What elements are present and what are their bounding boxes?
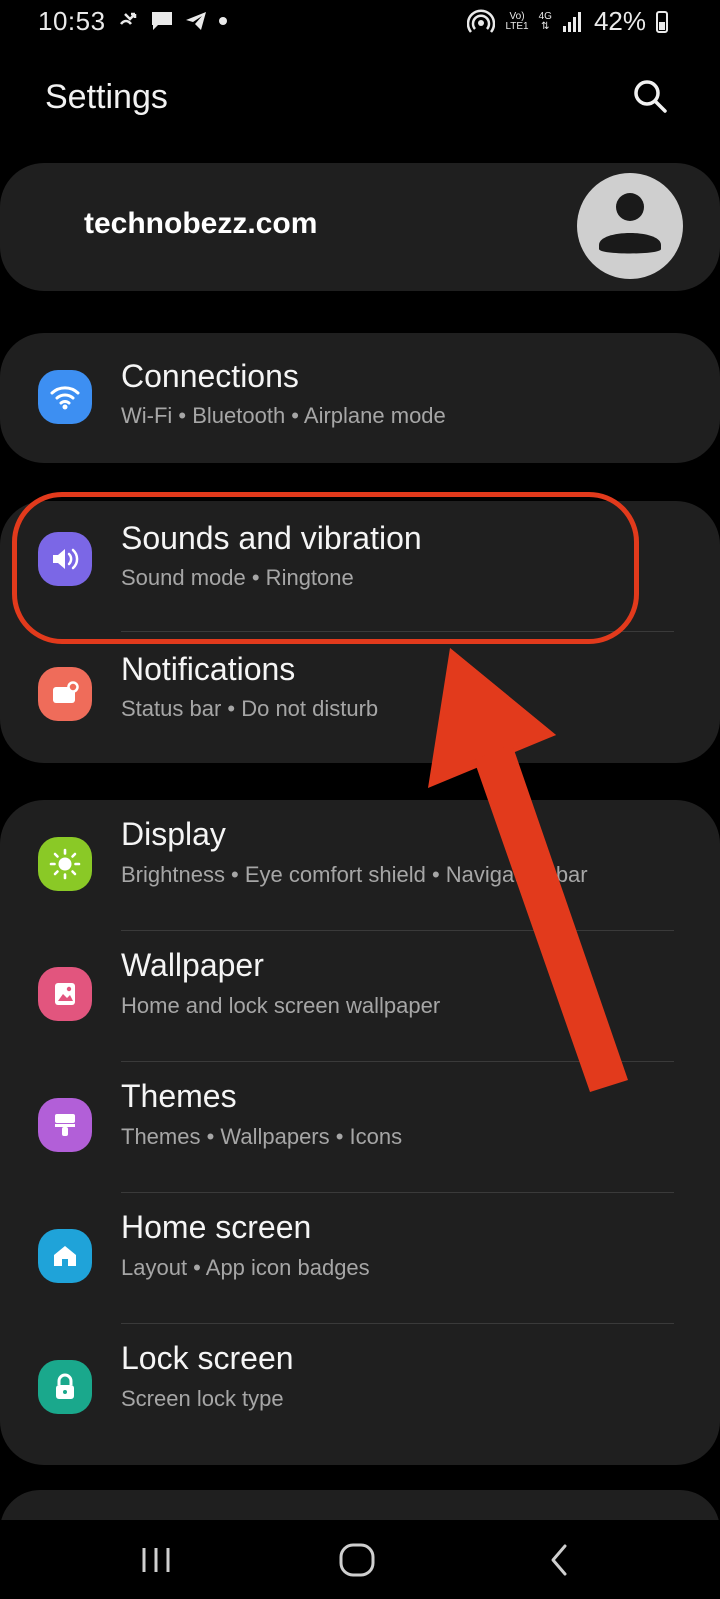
settings-item-lock-screen[interactable]: Lock screen Screen lock type [0, 1324, 720, 1452]
display-subtitle: Brightness • Eye comfort shield • Naviga… [121, 862, 588, 887]
volte-indicator: Vo) LTE1 [505, 10, 529, 32]
notification-icon [38, 667, 92, 721]
home-screen-title: Home screen [121, 1209, 312, 1245]
settings-item-sounds[interactable]: Sounds and vibration Sound mode • Ringto… [0, 501, 720, 629]
search-icon [634, 80, 667, 113]
themes-title: Themes [121, 1078, 237, 1114]
wallpaper-title: Wallpaper [121, 947, 264, 983]
notifications-title: Notifications [121, 651, 296, 687]
navigation-bar [0, 1520, 720, 1599]
telegram-icon [186, 12, 206, 30]
back-icon [551, 1544, 567, 1576]
lte-label: LTE1 [505, 20, 529, 32]
status-bar: 10:53 Vo) LTE1 4G ⇅ 42% [0, 0, 720, 44]
missed-call-icon [120, 12, 137, 25]
brush-icon [38, 1098, 92, 1152]
signal-icon [562, 11, 581, 32]
message-icon [152, 12, 172, 30]
system-status-icons: Vo) LTE1 4G ⇅ 42% [467, 6, 668, 37]
network-gen-indicator: 4G ⇅ [538, 10, 552, 32]
settings-item-home-screen[interactable]: Home screen Layout • App icon badges [0, 1193, 720, 1321]
account-card[interactable]: technobezz.com [0, 163, 720, 291]
settings-item-display[interactable]: Display Brightness • Eye comfort shield … [0, 800, 720, 928]
settings-item-notifications[interactable]: Notifications Status bar • Do not distur… [0, 632, 720, 760]
settings-item-wallpaper[interactable]: Wallpaper Home and lock screen wallpaper [0, 931, 720, 1059]
home-icon [38, 1229, 92, 1283]
hotspot-icon [467, 8, 496, 33]
status-time: 10:53 [38, 6, 106, 36]
sounds-title: Sounds and vibration [121, 520, 422, 556]
lock-icon [38, 1360, 92, 1414]
notifications-subtitle: Status bar • Do not disturb [121, 696, 379, 721]
recents-button[interactable] [126, 1538, 186, 1582]
home-button[interactable] [327, 1538, 387, 1582]
connections-subtitle: Wi-Fi • Bluetooth • Airplane mode [121, 403, 446, 428]
home-circle-icon [339, 1543, 375, 1577]
battery-icon [656, 10, 668, 33]
volte-label: Vo) [509, 10, 525, 22]
page-title: Settings [45, 78, 168, 116]
settings-group-sound: Sounds and vibration Sound mode • Ringto… [0, 501, 720, 763]
lock-screen-subtitle: Screen lock type [121, 1386, 284, 1411]
avatar[interactable] [577, 173, 683, 279]
data-arrows-icon: ⇅ [541, 20, 550, 32]
settings-group-connectivity: Connections Wi-Fi • Bluetooth • Airplane… [0, 333, 720, 463]
account-name: technobezz.com [84, 207, 318, 240]
search-button[interactable] [630, 76, 670, 116]
home-screen-subtitle: Layout • App icon badges [121, 1255, 370, 1280]
themes-subtitle: Themes • Wallpapers • Icons [121, 1124, 403, 1149]
wifi-icon [38, 370, 92, 424]
volume-icon [38, 532, 92, 586]
image-icon [38, 967, 92, 1021]
person-icon [599, 193, 661, 254]
wallpaper-subtitle: Home and lock screen wallpaper [121, 993, 441, 1018]
recents-icon [142, 1548, 170, 1572]
back-button[interactable] [530, 1538, 590, 1582]
settings-item-connections[interactable]: Connections Wi-Fi • Bluetooth • Airplane… [0, 333, 720, 461]
settings-item-themes[interactable]: Themes Themes • Wallpapers • Icons [0, 1062, 720, 1190]
battery-percent: 42% [593, 6, 646, 36]
display-title: Display [121, 816, 226, 852]
sun-icon [38, 837, 92, 891]
settings-group-display: Display Brightness • Eye comfort shield … [0, 800, 720, 1465]
4g-label: 4G [538, 10, 552, 22]
dot-icon [219, 17, 227, 25]
lock-screen-title: Lock screen [121, 1340, 294, 1376]
connections-title: Connections [121, 358, 299, 394]
notification-icons [118, 10, 228, 32]
sounds-subtitle: Sound mode • Ringtone [121, 565, 354, 590]
